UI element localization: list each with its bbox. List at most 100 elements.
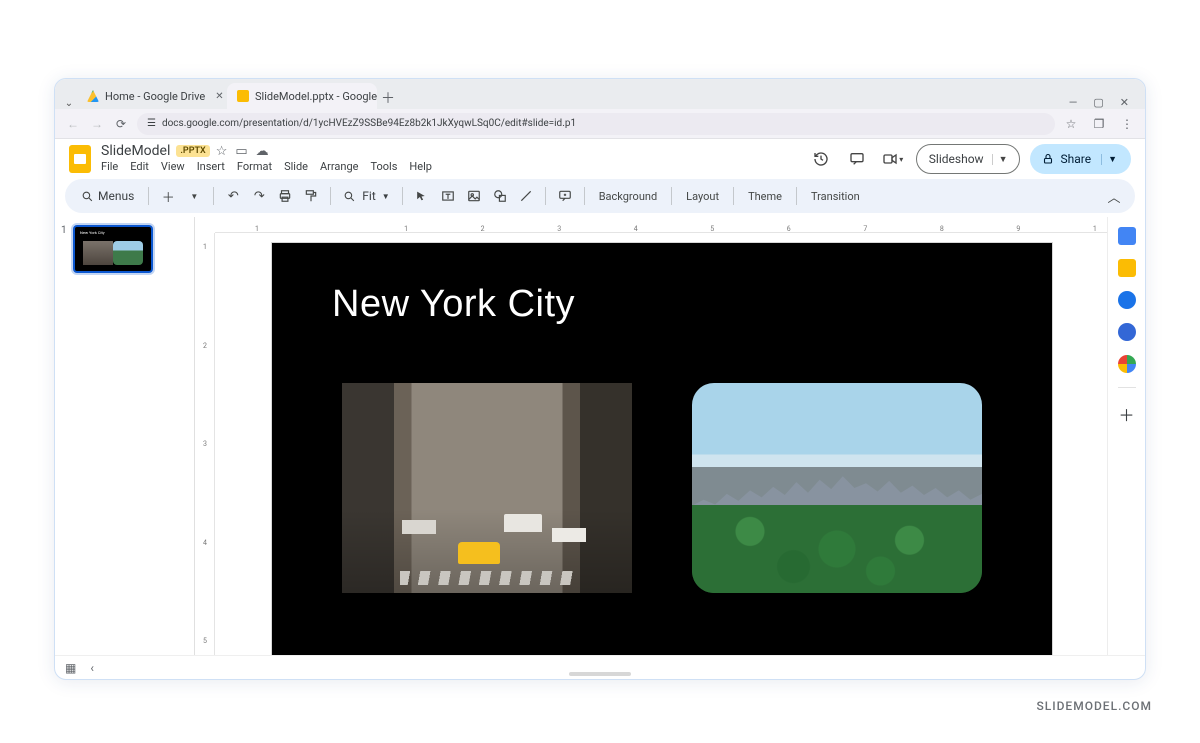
menu-tools[interactable]: Tools: [370, 160, 397, 173]
slide-title-text[interactable]: New York City: [332, 283, 575, 326]
zoom-icon: [343, 190, 356, 203]
toolbar: Menus ＋ ▼ ↶ ↷ Fit ▼: [65, 179, 1135, 213]
select-tool-button[interactable]: [411, 185, 433, 207]
background-button[interactable]: Background: [593, 190, 663, 203]
browser-window: ⌄ Home - Google Drive ✕ SlideModel.pptx …: [54, 78, 1146, 680]
site-info-icon[interactable]: ☰: [147, 118, 156, 129]
new-tab-button[interactable]: ＋: [377, 87, 399, 109]
transition-button[interactable]: Transition: [805, 190, 866, 203]
menu-edit[interactable]: Edit: [130, 160, 149, 173]
history-icon[interactable]: [808, 146, 834, 172]
slides-logo-icon[interactable]: [69, 145, 91, 173]
tasks-icon[interactable]: [1118, 291, 1136, 309]
menu-arrange[interactable]: Arrange: [320, 160, 358, 173]
chevron-down-icon: ▼: [382, 192, 390, 201]
extensions-icon[interactable]: ❐: [1091, 117, 1107, 131]
tab-title: Home - Google Drive: [105, 90, 205, 103]
close-icon[interactable]: ✕: [215, 91, 223, 102]
cloud-status-icon[interactable]: ☁: [256, 144, 269, 159]
tab-dropdown-icon[interactable]: ⌄: [61, 98, 77, 109]
chrome-menu-icon[interactable]: ⋮: [1119, 117, 1135, 131]
slide-canvas[interactable]: New York City: [272, 243, 1052, 655]
move-icon[interactable]: ▭: [235, 144, 247, 159]
canvas-area[interactable]: 11234567891 12345 New York City: [195, 217, 1107, 655]
undo-button[interactable]: ↶: [222, 185, 244, 207]
thumb-image-left: [83, 241, 113, 265]
menu-search[interactable]: Menus: [75, 189, 140, 203]
workspace: 1 New York City 11234567891 12345: [55, 217, 1145, 655]
slideshow-button[interactable]: Slideshow ▼: [916, 144, 1021, 174]
paint-format-button[interactable]: [300, 185, 322, 207]
textbox-button[interactable]: [437, 185, 459, 207]
get-addons-icon[interactable]: ＋: [1118, 402, 1134, 426]
print-button[interactable]: [274, 185, 296, 207]
address-bar[interactable]: ☰ docs.google.com/presentation/d/1ycHVEz…: [137, 113, 1055, 135]
calendar-icon[interactable]: [1118, 227, 1136, 245]
prev-slide-icon[interactable]: ‹: [90, 661, 94, 675]
grid-view-icon[interactable]: ▦: [65, 661, 76, 675]
close-window-icon[interactable]: ✕: [1120, 96, 1129, 109]
browser-toolbar: ← → ⟳ ☰ docs.google.com/presentation/d/1…: [55, 109, 1145, 139]
slideshow-dropdown-icon[interactable]: ▼: [992, 154, 1014, 165]
slide-thumbnail-row[interactable]: 1 New York City: [61, 225, 188, 273]
side-panel-separator: [1118, 387, 1136, 388]
star-icon[interactable]: ☆: [216, 144, 228, 159]
format-badge: .PPTX: [176, 145, 209, 157]
side-panel: ＋: [1107, 217, 1145, 655]
comments-icon[interactable]: [844, 146, 870, 172]
theme-button[interactable]: Theme: [742, 190, 788, 203]
horizontal-ruler: 11234567891: [215, 217, 1107, 233]
menu-help[interactable]: Help: [409, 160, 432, 173]
image-button[interactable]: [463, 185, 485, 207]
bookmark-icon[interactable]: ☆: [1063, 117, 1079, 131]
speaker-notes-handle[interactable]: [569, 672, 631, 676]
maps-icon[interactable]: [1118, 355, 1136, 373]
share-button[interactable]: Share ▼: [1030, 144, 1131, 174]
slideshow-label: Slideshow: [929, 152, 984, 166]
filmstrip[interactable]: 1 New York City: [55, 217, 195, 655]
menu-file[interactable]: File: [101, 160, 118, 173]
menu-view[interactable]: View: [161, 160, 185, 173]
menubar: File Edit View Insert Format Slide Arran…: [101, 160, 432, 175]
reload-icon[interactable]: ⟳: [113, 117, 129, 131]
search-icon: [81, 190, 94, 203]
slide-thumbnail[interactable]: New York City: [73, 225, 153, 273]
back-icon[interactable]: ←: [65, 117, 81, 131]
share-dropdown-icon[interactable]: ▼: [1101, 154, 1123, 165]
contacts-icon[interactable]: [1118, 323, 1136, 341]
thumb-image-right: [113, 241, 143, 265]
shape-button[interactable]: [489, 185, 511, 207]
slides-favicon-icon: [237, 90, 249, 102]
keep-icon[interactable]: [1118, 259, 1136, 277]
status-bar: ▦ ‹: [55, 655, 1145, 679]
redo-button[interactable]: ↷: [248, 185, 270, 207]
new-slide-button[interactable]: ＋: [157, 185, 179, 207]
menu-search-label: Menus: [98, 189, 134, 203]
comment-button[interactable]: [554, 185, 576, 207]
vertical-ruler: 12345: [195, 233, 215, 655]
layout-button[interactable]: Layout: [680, 190, 725, 203]
slide-image-aerial[interactable]: [692, 383, 982, 593]
minimize-icon[interactable]: —: [1069, 96, 1078, 109]
document-title[interactable]: SlideModel: [101, 143, 170, 159]
slide-number: 1: [61, 225, 69, 273]
zoom-value: Fit: [362, 189, 375, 203]
browser-tab-slides[interactable]: SlideModel.pptx - Google Slides ✕: [227, 83, 377, 109]
browser-tab-drive[interactable]: Home - Google Drive ✕: [77, 83, 227, 109]
meet-icon[interactable]: ▾: [880, 146, 906, 172]
app-header: SlideModel .PPTX ☆ ▭ ☁ File Edit View In…: [55, 139, 1145, 175]
collapse-toolbar-icon[interactable]: ︿: [1103, 185, 1125, 207]
zoom-control[interactable]: Fit ▼: [339, 189, 393, 203]
menu-slide[interactable]: Slide: [284, 160, 308, 173]
window-controls: — ▢ ✕: [1059, 96, 1139, 109]
lock-icon: [1042, 153, 1054, 165]
drive-favicon-icon: [87, 90, 99, 102]
slide-image-street[interactable]: [342, 383, 632, 593]
new-slide-dropdown-icon[interactable]: ▼: [183, 185, 205, 207]
line-button[interactable]: [515, 185, 537, 207]
menu-insert[interactable]: Insert: [197, 160, 225, 173]
forward-icon[interactable]: →: [89, 117, 105, 131]
maximize-icon[interactable]: ▢: [1093, 96, 1103, 109]
thumb-title: New York City: [80, 230, 105, 235]
menu-format[interactable]: Format: [237, 160, 272, 173]
